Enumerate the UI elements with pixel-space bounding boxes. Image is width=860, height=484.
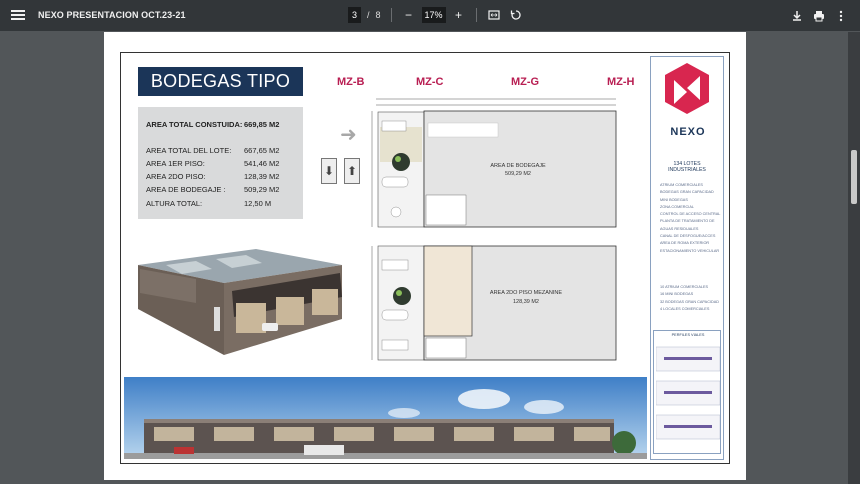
brand-name: NEXO: [670, 126, 706, 138]
print-button[interactable]: [812, 8, 826, 24]
pdf-toolbar: NEXO PRESENTACION OCT.23-21 3 / 8 − 17% …: [0, 0, 860, 31]
mz-label: MZ-B: [337, 76, 365, 88]
document-title: NEXO PRESENTACION OCT.23-21: [38, 10, 186, 20]
mz-label: MZ-G: [511, 76, 540, 88]
area-row: AREA TOTAL CONSTUIDA: 669,85 M2: [146, 120, 280, 129]
plan1-label: AREA DE BODEGAJE: [490, 163, 546, 169]
mz-label: MZ-H: [607, 76, 635, 88]
fit-page-icon: [487, 10, 500, 20]
zoom-in-button[interactable]: +: [452, 7, 466, 23]
area-row: AREA DE BODEGAJE :509,29 M2: [146, 185, 280, 194]
menu-icon[interactable]: [11, 8, 25, 22]
mz-label: MZ-C: [416, 76, 444, 88]
page-controls: 3 / 8 − 17% +: [348, 7, 523, 23]
arrow-right-icon: ➜: [340, 124, 357, 146]
area-row: AREA 2DO PISO: 128,39 M2: [146, 172, 280, 181]
more-vert-icon: [839, 10, 843, 22]
plan2-label: AREA 2DO PISO MEZANINE: [489, 290, 563, 296]
zoom-out-button[interactable]: −: [402, 7, 416, 23]
arrow-up-icon: ⬆: [344, 158, 360, 184]
units-list: 10 ATRIUM COMERCIALES 16 MINI BODEGAS 32…: [660, 285, 720, 311]
amenities-list: ATRIUM COMERCIALES BODEGAS GRAN CAPACIDA…: [660, 183, 721, 253]
more-options-button[interactable]: [834, 8, 848, 24]
road-profiles-drawing: [656, 346, 720, 440]
download-button[interactable]: [790, 8, 804, 24]
page-total: 8: [375, 10, 381, 20]
road-profiles-title: PERFILES VIALES: [671, 333, 705, 337]
rotate-icon: [510, 10, 521, 20]
area-info-box: AREA TOTAL CONSTUIDA: 669,85 M2 AREA TOTA…: [138, 107, 303, 219]
page-separator: /: [367, 10, 370, 20]
plan1-value: 509,29 M2: [505, 171, 531, 177]
lotes-label: 134 LOTES INDUSTRIALES: [668, 161, 706, 173]
area-row: AREA 1ER PISO: 541,46 M2: [146, 159, 280, 168]
arrow-down-icon: ⬇: [321, 158, 337, 184]
warehouse-3d-render: [138, 249, 342, 355]
toolbar-divider: [475, 8, 477, 22]
nexo-logo-icon: [665, 63, 709, 114]
facade-render: [124, 377, 647, 459]
toolbar-divider: [390, 8, 392, 22]
area-row: ALTURA TOTAL: 12,50 M: [146, 199, 272, 208]
download-icon: [793, 11, 801, 21]
facade-render-image: [124, 377, 647, 459]
plan2-value: 128,39 M2: [513, 299, 539, 305]
sheet-title: BODEGAS TIPO: [138, 67, 303, 96]
toolbar-actions: [790, 8, 848, 24]
page-number-input[interactable]: 3: [348, 7, 361, 23]
zoom-input[interactable]: 17%: [421, 7, 446, 23]
scrollbar-thumb[interactable]: [851, 150, 857, 204]
fit-page-button[interactable]: [487, 7, 501, 23]
area-row: AREA TOTAL DEL LOTE: 667,65 M2: [146, 146, 280, 155]
road-profiles-box: PERFILES VIALES: [653, 330, 721, 454]
print-icon: [814, 11, 824, 22]
rotate-button[interactable]: [509, 7, 523, 23]
vertical-scrollbar[interactable]: [848, 32, 860, 484]
